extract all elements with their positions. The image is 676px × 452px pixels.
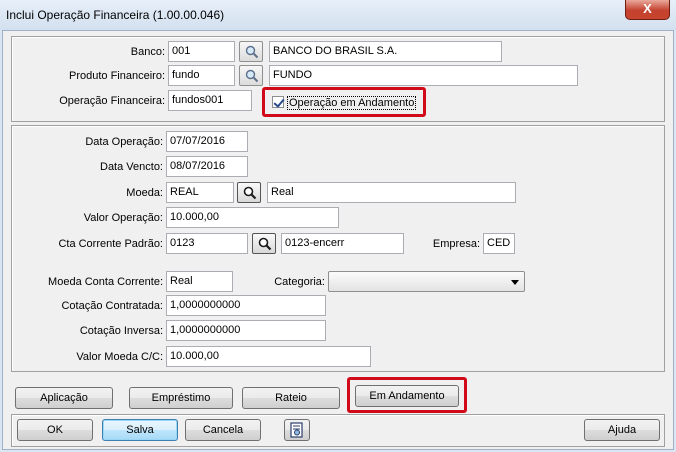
em-andamento-button[interactable]: Em Andamento [355,385,459,407]
moeda-name-input[interactable]: Real [267,182,516,203]
categoria-select[interactable] [328,271,525,292]
magnifier-icon [258,237,272,251]
banco-name-input[interactable]: BANCO DO BRASIL S.A. [269,41,502,62]
valor-moeda-cc-input[interactable]: 10.000,00 [166,346,371,367]
cotacao-inversa-input[interactable]: 1,0000000000 [166,320,326,341]
rateio-button[interactable]: Rateio [242,387,340,409]
valor-operacao-label: Valor Operação: [83,212,163,224]
close-button[interactable]: X [625,0,670,20]
moeda-search-button[interactable] [237,182,261,203]
banco-search-button[interactable] [239,41,263,62]
magnifier-icon [245,45,259,59]
report-button[interactable] [284,419,310,441]
cotacao-inversa-label: Cotação Inversa: [79,325,163,337]
window-title: Inclui Operação Financeira (1.00.00.046) [6,8,225,22]
banco-code-input[interactable]: 001 [168,41,235,62]
data-vencto-label: Data Vencto: [100,161,163,173]
cta-corrente-search-button[interactable] [252,233,276,254]
categoria-label: Categoria: [274,276,325,288]
magnifier-icon [243,186,257,200]
checkbox-checked-icon [272,96,284,109]
produto-name-input[interactable]: FUNDO [269,65,578,86]
cta-corrente-label: Cta Corrente Padrão: [58,238,163,250]
valor-moeda-cc-label: Valor Moeda C/C: [76,351,163,363]
cta-corrente-name-input[interactable]: 0123-encerr [281,233,404,254]
magnifier-icon [245,69,259,83]
valor-operacao-input[interactable]: 10.000,00 [166,207,339,228]
data-vencto-input[interactable]: 08/07/2016 [166,156,248,177]
andamento-checkbox-label: Operação em Andamento [287,96,417,110]
title-bar: Inclui Operação Financeira (1.00.00.046)… [0,0,676,30]
moeda-cc-input[interactable]: Real [166,271,233,292]
emprestimo-button[interactable]: Empréstimo [129,387,233,409]
ok-button[interactable]: OK [17,419,93,441]
cotacao-contratada-input[interactable]: 1,0000000000 [166,295,326,316]
cta-corrente-code-input[interactable]: 0123 [166,233,248,254]
chevron-down-icon [511,280,519,285]
operacao-code-input[interactable]: fundos001 [168,90,252,111]
ajuda-button[interactable]: Ajuda [584,419,660,441]
aplicacao-button[interactable]: Aplicação [15,387,113,409]
cancela-button[interactable]: Cancela [185,419,261,441]
close-icon: X [643,1,652,16]
dialog-body: Banco: 001 BANCO DO BRASIL S.A. Produto … [2,30,674,450]
empresa-input[interactable]: CED [483,233,515,254]
salva-button[interactable]: Salva [102,419,178,441]
banco-label: Banco: [130,46,165,58]
empresa-label: Empresa: [432,238,480,250]
moeda-cc-label: Moeda Conta Corrente: [48,276,163,288]
andamento-checkbox[interactable]: Operação em Andamento [272,96,417,113]
cotacao-contratada-label: Cotação Contratada: [61,300,163,312]
data-operacao-input[interactable]: 07/07/2016 [166,131,248,152]
produto-search-button[interactable] [239,65,263,86]
produto-label: Produto Financeiro: [69,70,165,82]
operacao-label: Operação Financeira: [59,95,165,107]
moeda-label: Moeda: [126,187,163,199]
data-operacao-label: Data Operação: [85,136,163,148]
produto-code-input[interactable]: fundo [168,65,235,86]
report-icon [290,422,303,438]
moeda-code-input[interactable]: REAL [166,182,234,203]
